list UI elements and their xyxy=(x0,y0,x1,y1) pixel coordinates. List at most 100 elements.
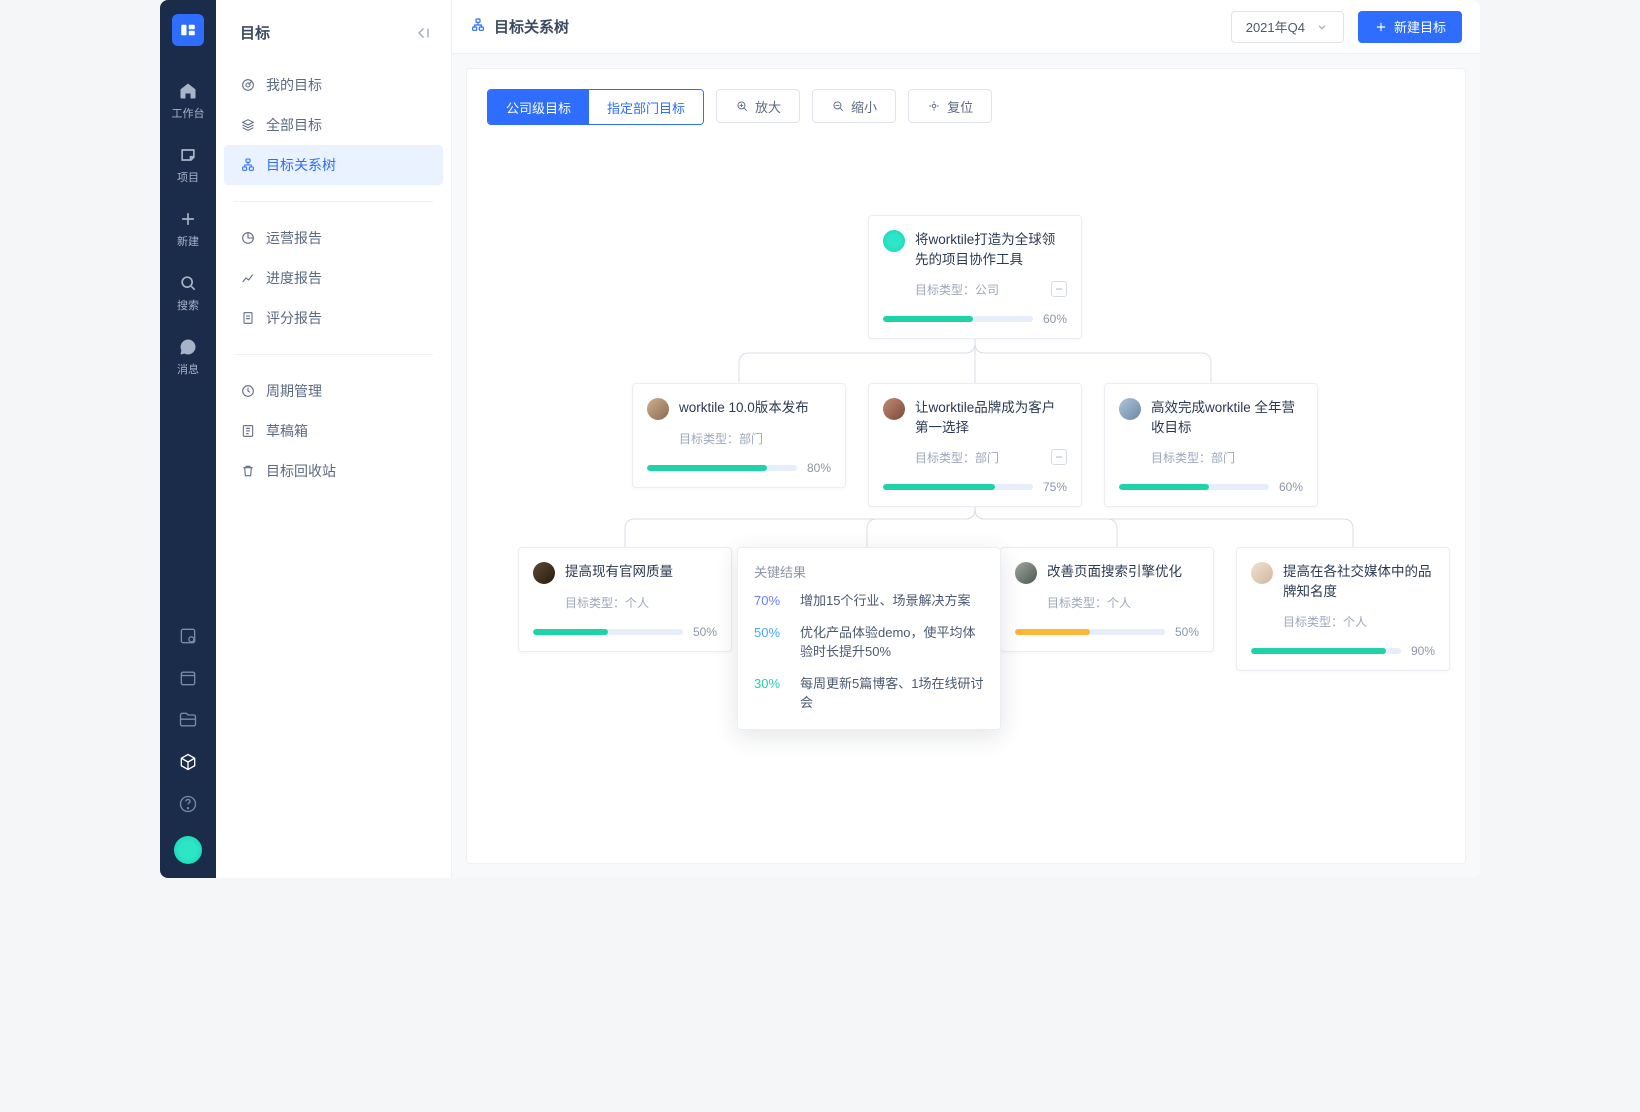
period-select[interactable]: 2021年Q4 xyxy=(1231,11,1344,43)
progress-text: 80% xyxy=(807,461,831,475)
node-type: 目标类型：部门 xyxy=(1151,449,1235,466)
plus-icon xyxy=(178,209,198,229)
canvas-toolbar: 公司级目标 指定部门目标 放大 缩小 复位 xyxy=(487,89,992,125)
kr-text: 每周更新5篇博客、1场在线研讨会 xyxy=(800,674,984,713)
pie-icon xyxy=(240,230,256,246)
zoom-out-icon xyxy=(831,99,845,113)
sidebar-item-cycle[interactable]: 周期管理 xyxy=(224,371,443,411)
sidebar-group-1: 我的目标 全部目标 目标关系树 xyxy=(216,59,451,191)
sidebar-title: 目标 xyxy=(240,22,270,43)
kr-percent: 70% xyxy=(754,591,790,611)
canvas[interactable]: 公司级目标 指定部门目标 放大 缩小 复位 xyxy=(466,68,1466,864)
kr-percent: 30% xyxy=(754,674,790,713)
folder-icon[interactable] xyxy=(178,710,198,730)
kr-row: 50% 优化产品体验demo，使平均体验时长提升50% xyxy=(754,623,984,662)
nav-rail: 工作台 项目 新建 搜索 消息 xyxy=(160,0,216,878)
node-title: 提高现有官网质量 xyxy=(565,562,673,584)
node-title: 高效完成worktile 全年营收目标 xyxy=(1151,398,1303,439)
sidebar-divider-2 xyxy=(234,354,433,355)
progress-text: 60% xyxy=(1279,480,1303,494)
goal-node-l2c[interactable]: 高效完成worktile 全年营收目标 目标类型：部门 60% xyxy=(1104,383,1318,507)
rail-search[interactable]: 搜索 xyxy=(160,262,216,324)
rail-message[interactable]: 消息 xyxy=(160,326,216,388)
app-icon-1[interactable] xyxy=(178,626,198,646)
trash-icon xyxy=(240,463,256,479)
goal-node-l3b[interactable]: 改善页面搜索引擎优化 目标类型：个人 50% xyxy=(1000,547,1214,652)
progress-text: 75% xyxy=(1043,480,1067,494)
node-title: 提高在各社交媒体中的品牌知名度 xyxy=(1283,562,1435,603)
app-logo[interactable] xyxy=(172,14,204,46)
target-icon xyxy=(240,77,256,93)
node-title: 改善页面搜索引擎优化 xyxy=(1047,562,1182,584)
sidebar-item-trash[interactable]: 目标回收站 xyxy=(224,451,443,491)
help-icon[interactable] xyxy=(178,794,198,814)
zoom-in-button[interactable]: 放大 xyxy=(716,89,800,123)
seg-company[interactable]: 公司级目标 xyxy=(488,90,589,124)
cube-icon[interactable] xyxy=(178,752,198,772)
node-title: 让worktile品牌成为客户第一选择 xyxy=(915,398,1067,439)
rail-workbench[interactable]: 工作台 xyxy=(160,70,216,132)
chart-icon xyxy=(240,270,256,286)
topbar: 目标关系树 2021年Q4 新建目标 xyxy=(452,0,1480,54)
collapse-toggle[interactable]: − xyxy=(1051,449,1067,465)
reset-button[interactable]: 复位 xyxy=(908,89,992,123)
zoom-out-button[interactable]: 缩小 xyxy=(812,89,896,123)
canvas-wrap: 公司级目标 指定部门目标 放大 缩小 复位 xyxy=(452,54,1480,878)
avatar xyxy=(1119,398,1141,420)
progress-text: 50% xyxy=(693,625,717,639)
reset-icon xyxy=(927,99,941,113)
sidebar-item-my-goals[interactable]: 我的目标 xyxy=(224,65,443,105)
kr-percent: 50% xyxy=(754,623,790,662)
new-goal-button[interactable]: 新建目标 xyxy=(1358,11,1462,43)
tree-icon xyxy=(240,157,256,173)
rail-project[interactable]: 项目 xyxy=(160,134,216,196)
sidebar-group-2: 运营报告 进度报告 评分报告 xyxy=(216,212,451,344)
avatar xyxy=(883,398,905,420)
progress-text: 50% xyxy=(1175,625,1199,639)
doc-icon xyxy=(240,310,256,326)
rail-new[interactable]: 新建 xyxy=(160,198,216,260)
chevron-down-icon xyxy=(1315,20,1329,34)
user-avatar[interactable] xyxy=(174,836,202,864)
main: 目标关系树 2021年Q4 新建目标 公司级目标 指定部门目标 xyxy=(452,0,1480,878)
kr-row: 30% 每周更新5篇博客、1场在线研讨会 xyxy=(754,674,984,713)
sidebar-item-progress-report[interactable]: 进度报告 xyxy=(224,258,443,298)
message-icon xyxy=(178,337,198,357)
goal-node-l3a[interactable]: 提高现有官网质量 目标类型：个人 50% xyxy=(518,547,732,652)
search-icon xyxy=(178,273,198,293)
collapse-icon[interactable] xyxy=(413,24,431,42)
avatar xyxy=(883,230,905,252)
page-title: 目标关系树 xyxy=(470,16,569,37)
kr-title: 关键结果 xyxy=(754,562,984,581)
sidebar-item-goal-tree[interactable]: 目标关系树 xyxy=(224,145,443,185)
goal-node-root[interactable]: 将worktile打造为全球领先的项目协作工具 目标类型：公司 − 60% xyxy=(868,215,1082,339)
kr-row: 70% 增加15个行业、场景解决方案 xyxy=(754,591,984,611)
sidebar-header: 目标 xyxy=(216,18,451,59)
sidebar-item-score-report[interactable]: 评分报告 xyxy=(224,298,443,338)
sidebar: 目标 我的目标 全部目标 目标关系树 运营报告 xyxy=(216,0,452,878)
node-type: 目标类型：部门 xyxy=(915,449,999,466)
sidebar-item-all-goals[interactable]: 全部目标 xyxy=(224,105,443,145)
collapse-toggle[interactable]: − xyxy=(1051,281,1067,297)
node-type: 目标类型：个人 xyxy=(1047,594,1131,611)
draft-icon xyxy=(240,423,256,439)
sidebar-item-ops-report[interactable]: 运营报告 xyxy=(224,218,443,258)
avatar xyxy=(533,562,555,584)
goal-node-l2b[interactable]: 让worktile品牌成为客户第一选择 目标类型：部门 − 75% xyxy=(868,383,1082,507)
kr-text: 优化产品体验demo，使平均体验时长提升50% xyxy=(800,623,984,662)
node-title: 将worktile打造为全球领先的项目协作工具 xyxy=(915,230,1067,271)
home-icon xyxy=(178,81,198,101)
goal-node-l3c[interactable]: 提高在各社交媒体中的品牌知名度 目标类型：个人 90% xyxy=(1236,547,1450,671)
plus-icon xyxy=(1374,20,1388,34)
calendar-icon[interactable] xyxy=(178,668,198,688)
key-results-popover: 关键结果 70% 增加15个行业、场景解决方案 50% 优化产品体验demo，使… xyxy=(737,547,1001,730)
progress-text: 90% xyxy=(1411,644,1435,658)
sidebar-item-draft[interactable]: 草稿箱 xyxy=(224,411,443,451)
node-type: 目标类型：部门 xyxy=(679,430,763,447)
seg-department[interactable]: 指定部门目标 xyxy=(589,90,703,124)
goal-node-l2a[interactable]: worktile 10.0版本发布 目标类型：部门 80% xyxy=(632,383,846,488)
tree-icon xyxy=(470,17,486,37)
cycle-icon xyxy=(240,383,256,399)
stack-icon xyxy=(240,117,256,133)
level-segment: 公司级目标 指定部门目标 xyxy=(487,89,704,125)
